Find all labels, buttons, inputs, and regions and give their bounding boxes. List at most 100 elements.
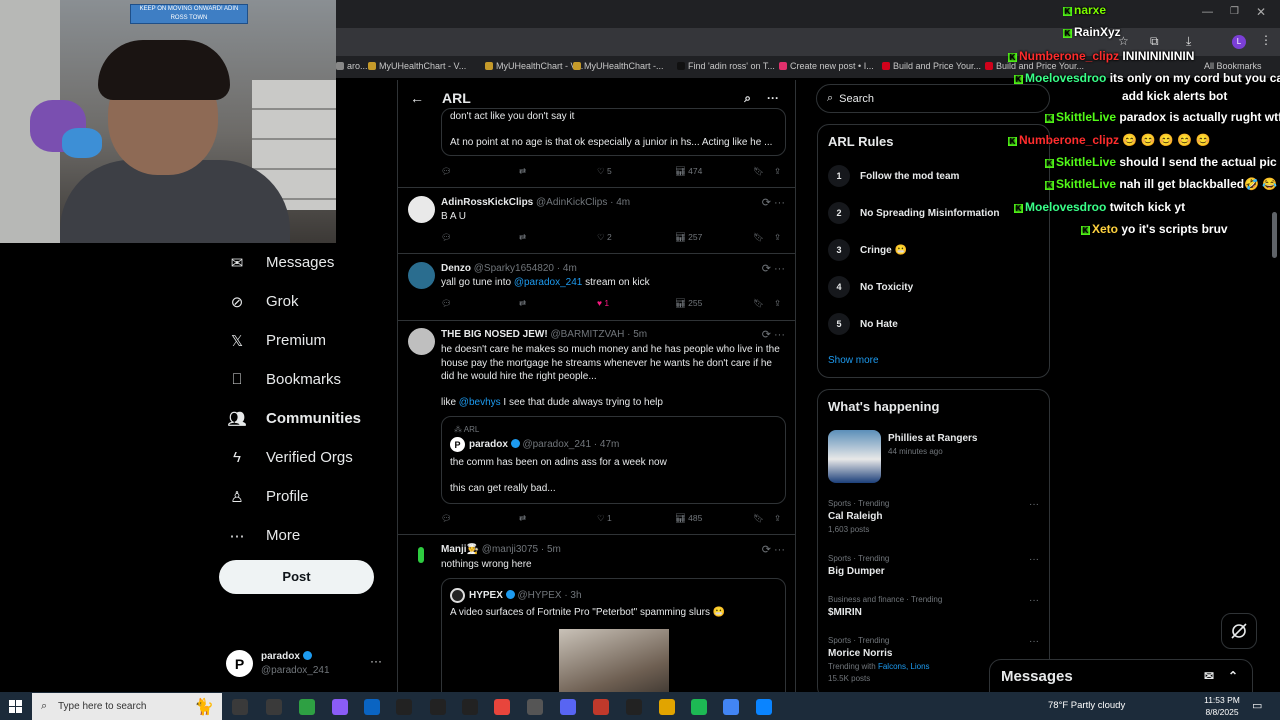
epic-icon[interactable] [430, 699, 446, 715]
bookmark-item[interactable]: Find 'adin ross' on T... [677, 61, 775, 71]
views-count[interactable]: 📊︎ 485 [675, 513, 702, 524]
featured-event-name[interactable]: Phillies at Rangers [888, 433, 977, 444]
obs-icon[interactable] [462, 699, 478, 715]
views-count[interactable]: 📊︎ 474 [675, 166, 702, 177]
feed-more-icon[interactable]: ··· [767, 91, 779, 105]
retweet-icon[interactable]: ⇄ [519, 166, 526, 177]
avatar[interactable] [408, 196, 435, 223]
tweet-more-icon[interactable]: ⟳ ··· [762, 543, 785, 556]
quoted-tweet[interactable]: ⁂ ARL P paradox @paradox_241 · 47m the c… [441, 416, 786, 504]
terminal-icon[interactable] [626, 699, 642, 715]
show-more-link[interactable]: Show more [828, 355, 879, 366]
trend-more-icon[interactable]: ··· [1029, 595, 1039, 606]
notification-icon[interactable]: ▭ [1252, 699, 1262, 712]
bookmark-icon[interactable]: 🔖︎ [753, 232, 764, 243]
reply-icon[interactable]: 💬︎ [441, 232, 452, 243]
tweet-more-icon[interactable]: ⟳ ··· [762, 328, 785, 341]
tweet[interactable]: AdinRossKickClips @AdinKickClips · 4m ⟳ … [398, 188, 795, 254]
keyboard-icon[interactable] [266, 699, 282, 715]
bookmark-item[interactable]: aro... [336, 61, 368, 71]
nav-item-messages[interactable]: ✉ Messages [219, 243, 389, 282]
messages-drawer[interactable]: Messages ✉ ⌃ [989, 659, 1253, 693]
trend-more-icon[interactable]: ··· [1029, 636, 1039, 647]
bookmark-item[interactable]: Build and Price Your... [882, 61, 981, 71]
tweet-more-icon[interactable]: ⟳ ··· [762, 196, 785, 209]
mention-link[interactable]: @bevhys [459, 397, 501, 408]
expand-icon[interactable]: ⌃ [1228, 669, 1238, 683]
rule-item[interactable]: 2 No Spreading Misinformation [828, 202, 999, 224]
chrome-profile-icon[interactable] [723, 699, 739, 715]
nav-item-grok[interactable]: ⊘ Grok [219, 282, 389, 321]
task-view-icon[interactable] [232, 699, 248, 715]
bookmark-item[interactable]: Create new post • I... [779, 61, 874, 71]
trend-item[interactable]: Sports · Trending Cal Raleigh 1,603 posts ·… [828, 499, 1043, 534]
like-button[interactable]: ♡ 2 [597, 232, 612, 243]
nav-item-profile[interactable]: ♙ Profile [219, 477, 389, 516]
outlook-icon[interactable] [364, 699, 380, 715]
taskbar-search-input[interactable]: ⌕ Type here to search 🐈 [32, 693, 222, 720]
tweet[interactable]: Denzo @Sparky1654820 · 4m ⟳ ··· yall go … [398, 254, 795, 321]
tweet[interactable]: don't act like you don't say it At no po… [398, 108, 795, 188]
bookmark-icon[interactable]: 🔖︎ [753, 513, 764, 524]
quote-video-thumbnail[interactable] [559, 629, 669, 692]
share-icon[interactable]: ⇪ [774, 298, 781, 309]
windows-start-icon[interactable] [9, 700, 22, 713]
discord-icon[interactable] [560, 699, 576, 715]
rule-item[interactable]: 5 No Hate [828, 313, 898, 335]
bookmark-item[interactable]: MyUHealthChart - V... [368, 61, 466, 71]
account-more-icon[interactable]: ··· [370, 654, 382, 668]
clock-date[interactable]: 8/8/2025 [1200, 707, 1244, 717]
bookmark-icon[interactable]: 🔖︎ [753, 298, 764, 309]
retweet-icon[interactable]: ⇄ [519, 232, 526, 243]
reply-icon[interactable]: 💬︎ [441, 166, 452, 177]
post-button[interactable]: Post [219, 560, 374, 594]
avatar[interactable] [408, 262, 435, 289]
nav-item-verified-orgs[interactable]: ϟ Verified Orgs [219, 438, 389, 477]
reply-icon[interactable]: 💬︎ [441, 298, 452, 309]
quoted-tweet[interactable]: HYPEX @HYPEX · 3h A video surfaces of Fo… [441, 578, 786, 692]
avatar[interactable] [408, 543, 435, 570]
rule-item[interactable]: 4 No Toxicity [828, 276, 913, 298]
weather-widget[interactable]: 78°F Partly cloudy [1048, 700, 1125, 711]
rule-item[interactable]: 1 Follow the mod team [828, 165, 959, 187]
edge-icon[interactable] [756, 699, 772, 715]
nvidia-icon[interactable] [299, 699, 315, 715]
like-button[interactable]: ♡ 5 [597, 166, 612, 177]
trend-more-icon[interactable]: ··· [1029, 499, 1039, 510]
trend-item[interactable]: Sports · Trending Big Dumper ··· [828, 554, 1043, 577]
share-icon[interactable]: ⇪ [774, 513, 781, 524]
file-explorer-icon[interactable] [659, 699, 675, 715]
page-scrollbar[interactable] [1272, 212, 1277, 258]
bookmark-item[interactable]: MyUHealthChart -... [573, 61, 664, 71]
rule-item[interactable]: 3 Cringe 😬 [828, 239, 907, 261]
share-icon[interactable]: ⇪ [774, 166, 781, 177]
back-arrow-icon[interactable]: ← [410, 90, 424, 106]
nav-item-more[interactable]: ⋯ More [219, 516, 389, 555]
app-icon[interactable] [527, 699, 543, 715]
game-icon[interactable] [593, 699, 609, 715]
share-icon[interactable]: ⇪ [774, 232, 781, 243]
grok-float-icon[interactable] [1221, 613, 1257, 649]
clock-time[interactable]: 11:53 PM [1200, 695, 1244, 705]
views-count[interactable]: 📊︎ 255 [675, 298, 702, 309]
spotify-icon[interactable] [691, 699, 707, 715]
app-icon[interactable] [396, 699, 412, 715]
trend-item[interactable]: Business and finance · Trending $MIRIN ··· [828, 595, 1043, 618]
nav-item-premium[interactable]: 𝕏 Premium [219, 321, 389, 360]
quoted-tweet[interactable]: don't act like you don't say it At no po… [441, 108, 786, 156]
views-count[interactable]: 📊︎ 257 [675, 232, 702, 243]
trend-with-links[interactable]: Falcons, Lions [878, 662, 930, 671]
tweet-more-icon[interactable]: ⟳ ··· [762, 262, 785, 275]
new-message-icon[interactable]: ✉ [1204, 669, 1214, 683]
copilot-icon[interactable] [332, 699, 348, 715]
bookmark-icon[interactable]: 🔖︎ [753, 166, 764, 177]
nav-item-communities[interactable]: 👥︎ Communities [219, 399, 389, 438]
search-icon[interactable]: ⌕ [744, 91, 751, 106]
retweet-icon[interactable]: ⇄ [519, 513, 526, 524]
nav-item-bookmarks[interactable]: ⎕ Bookmarks [219, 360, 389, 399]
avatar[interactable] [408, 328, 435, 355]
chrome-icon[interactable] [494, 699, 510, 715]
like-button[interactable]: ♥ 1 [597, 298, 609, 308]
like-button[interactable]: ♡ 1 [597, 513, 612, 524]
account-switcher[interactable]: P paradox @paradox_241 ··· [226, 648, 386, 680]
